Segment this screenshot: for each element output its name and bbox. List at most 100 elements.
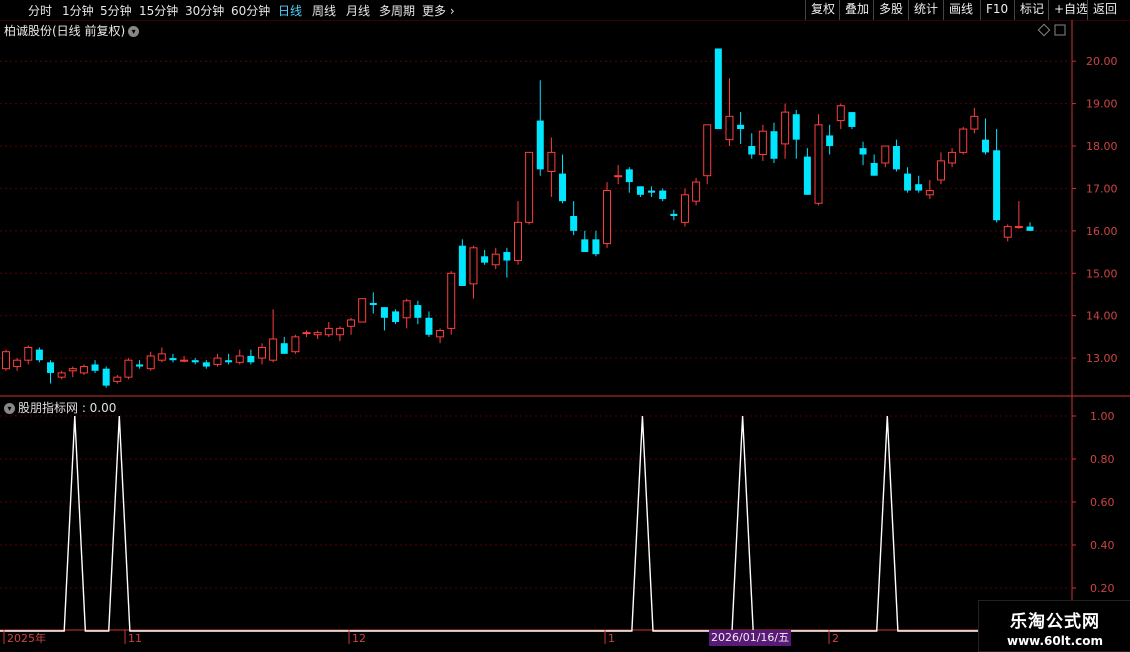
price-tick-label-7: 20.00 — [1086, 55, 1118, 68]
candle-body-45 — [503, 252, 511, 261]
candle-body-27 — [302, 332, 311, 335]
candle-body-20 — [225, 360, 233, 363]
candle-body-39 — [436, 330, 445, 338]
candle-body-74 — [826, 135, 834, 147]
candle-body-17 — [191, 360, 199, 363]
candle-body-16 — [180, 359, 189, 362]
ind-tick-label-1: 0.40 — [1090, 539, 1115, 552]
candle-body-22 — [247, 355, 255, 363]
candle-body-85 — [948, 151, 957, 164]
candle-body-54 — [603, 190, 612, 245]
price-tick-label-4: 17.00 — [1086, 182, 1118, 195]
candle-body-91 — [1014, 226, 1023, 229]
candle-body-65 — [725, 115, 734, 141]
candle-body-71 — [792, 114, 800, 140]
price-tick-label-5: 18.00 — [1086, 140, 1118, 153]
candle-body-89 — [993, 150, 1001, 221]
maximize-icon — [1054, 24, 1066, 36]
candle-body-75 — [836, 105, 845, 122]
candle-body-28 — [313, 332, 322, 336]
candle-body-7 — [79, 366, 88, 374]
candle-body-3 — [35, 349, 43, 361]
candle-body-31 — [347, 319, 356, 327]
candle-body-41 — [458, 245, 466, 286]
candle-body-9 — [102, 368, 110, 386]
candle-body-63 — [703, 124, 712, 177]
time-label-1: 11 — [128, 632, 142, 645]
ind-tick-label-4: 1.00 — [1090, 410, 1115, 423]
candle-body-2 — [24, 346, 33, 361]
candle-body-11 — [124, 359, 133, 378]
candle-body-43 — [481, 256, 489, 263]
candle-body-14 — [157, 353, 166, 361]
candle-body-70 — [781, 111, 790, 145]
candle-body-86 — [959, 128, 968, 153]
time-label-3: 1 — [608, 632, 615, 645]
candle-body-92 — [1026, 226, 1034, 231]
candle-body-32 — [358, 298, 367, 323]
candle-body-76 — [848, 112, 856, 127]
candle-body-44 — [491, 253, 500, 266]
candle-body-55 — [614, 175, 623, 178]
candle-body-87 — [970, 115, 979, 130]
candle-body-77 — [859, 148, 867, 155]
candle-body-61 — [680, 194, 689, 223]
candle-body-35 — [392, 311, 400, 323]
candle-body-47 — [525, 151, 534, 223]
price-tick-label-2: 15.00 — [1086, 267, 1118, 280]
chevron-down-icon[interactable]: ▾ — [4, 403, 15, 414]
candle-body-64 — [714, 48, 722, 130]
candle-body-52 — [581, 239, 589, 253]
price-tick-label-1: 14.00 — [1086, 310, 1118, 323]
candle-body-48 — [536, 120, 544, 170]
candle-body-18 — [202, 362, 210, 367]
candle-body-67 — [748, 146, 756, 155]
candle-body-1 — [13, 359, 22, 368]
time-label-0: 2025年 — [7, 631, 46, 645]
watermark-line2: www.60lt.com — [1006, 634, 1104, 648]
candle-body-21 — [235, 355, 244, 363]
candle-body-46 — [514, 221, 522, 262]
candle-body-53 — [592, 239, 600, 255]
candle-body-19 — [213, 357, 222, 365]
diamond-icon — [1037, 23, 1051, 37]
indicator-title[interactable]: ▾ 股朋指标网 : 0.00 — [4, 399, 116, 416]
candle-body-72 — [803, 156, 811, 195]
candle-body-58 — [648, 190, 656, 193]
candle-body-6 — [68, 368, 77, 372]
candle-body-49 — [547, 151, 556, 172]
candle-body-66 — [737, 124, 745, 130]
candle-body-50 — [559, 173, 567, 202]
candle-body-60 — [670, 213, 678, 216]
candle-body-33 — [369, 302, 377, 306]
candle-body-79 — [881, 145, 890, 164]
candle-body-25 — [280, 343, 288, 354]
candle-body-83 — [925, 190, 934, 196]
candle-body-23 — [258, 346, 266, 359]
time-label-4: 2 — [832, 632, 839, 645]
candle-body-4 — [47, 362, 55, 373]
candle-body-36 — [402, 300, 411, 319]
candle-body-10 — [113, 376, 122, 382]
candle-body-69 — [770, 131, 778, 159]
ind-tick-label-0: 0.20 — [1090, 582, 1115, 595]
candle-body-37 — [414, 305, 422, 318]
candle-body-82 — [915, 184, 923, 191]
candle-body-0 — [2, 351, 10, 370]
price-tick-label-3: 16.00 — [1086, 225, 1118, 238]
candle-body-81 — [904, 173, 912, 191]
candle-body-78 — [870, 162, 878, 176]
ind-tick-label-2: 0.60 — [1090, 496, 1115, 509]
candle-body-13 — [146, 355, 155, 370]
candle-body-40 — [447, 272, 456, 329]
chart-area[interactable]: 13.00 14.00 15.00 16.00 17.00 18.00 19.00 20.00… — [0, 0, 1130, 650]
candle-body-90 — [1003, 226, 1012, 238]
candle-body-88 — [981, 139, 989, 153]
candle-body-30 — [335, 327, 344, 336]
price-tick-label-0: 13.00 — [1086, 352, 1118, 365]
candle-body-42 — [469, 247, 478, 285]
candle-body-51 — [570, 216, 578, 231]
watermark-line1: 乐淘公式网 — [1010, 612, 1100, 632]
candle-body-73 — [814, 124, 823, 204]
candle-body-15 — [169, 358, 177, 361]
